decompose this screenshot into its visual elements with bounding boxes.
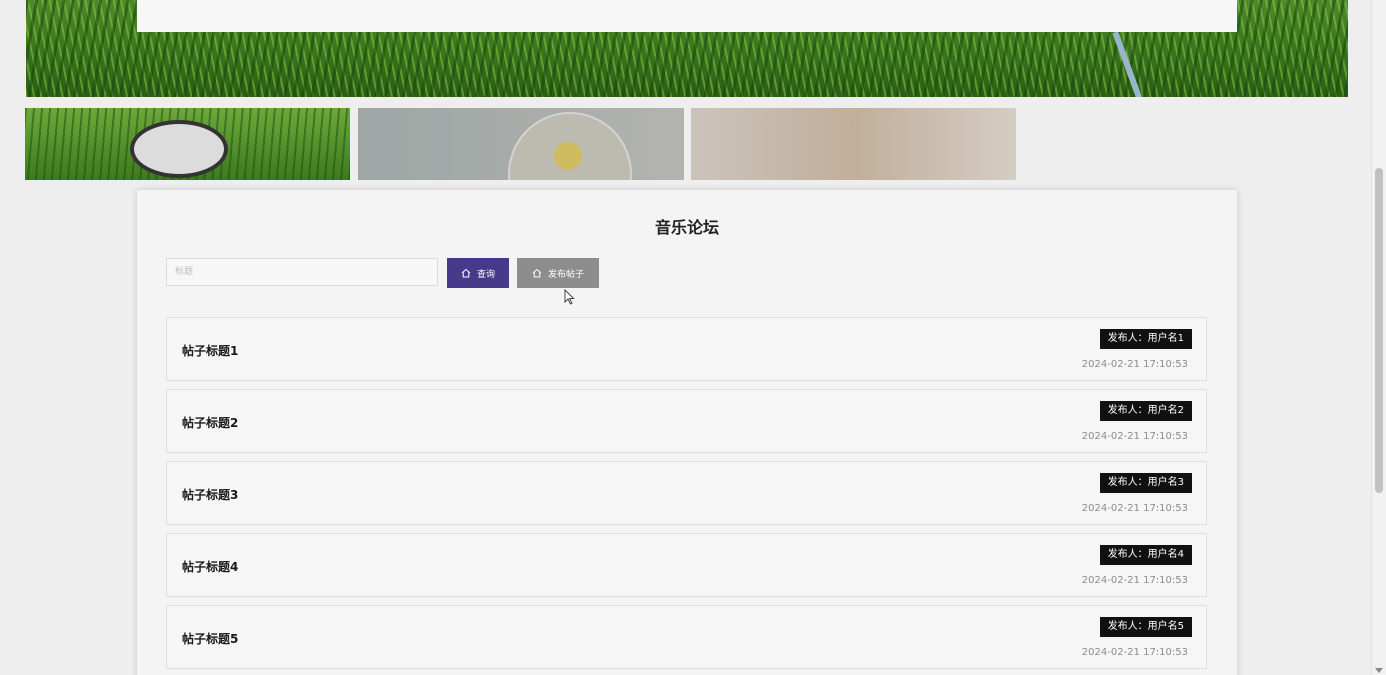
page-title: 音乐论坛 (654, 218, 719, 237)
post-author-badge: 发布人：用户名5 (1099, 617, 1192, 637)
carousel-thumbnail-record[interactable] (358, 108, 684, 180)
post-item[interactable]: 帖子标题3 发布人：用户名3 2024-02-21 17:10:53 (166, 461, 1207, 525)
post-item[interactable]: 帖子标题4 发布人：用户名4 2024-02-21 17:10:53 (166, 533, 1207, 597)
home-icon (532, 268, 542, 278)
post-item[interactable]: 帖子标题5 发布人：用户名5 2024-02-21 17:10:53 (166, 605, 1207, 669)
post-author-badge: 发布人：用户名1 (1099, 329, 1192, 349)
banner-overlay-card (137, 0, 1237, 32)
search-input[interactable] (166, 258, 438, 286)
post-item[interactable]: 帖子标题2 发布人：用户名2 2024-02-21 17:10:53 (166, 389, 1207, 453)
banner-cable-decoration (1112, 31, 1146, 97)
post-author-badge: 发布人：用户名4 (1099, 545, 1192, 565)
post-timestamp: 2024-02-21 17:10:53 (1081, 503, 1188, 514)
page-scrollbar[interactable] (1371, 0, 1386, 675)
post-author-badge: 发布人：用户名2 (1099, 401, 1192, 421)
post-title[interactable]: 帖子标题4 (182, 558, 238, 575)
page: 音乐论坛 查询 发布帖子 帖子标题1 发布人：用户名1 2024-02-21 1… (0, 0, 1386, 675)
post-title[interactable]: 帖子标题5 (182, 630, 238, 647)
scroll-down-arrow-icon[interactable] (1375, 668, 1383, 673)
post-timestamp: 2024-02-21 17:10:53 (1081, 647, 1188, 658)
post-item[interactable]: 帖子标题1 发布人：用户名1 2024-02-21 17:10:53 (166, 317, 1207, 381)
post-timestamp: 2024-02-21 17:10:53 (1081, 359, 1188, 370)
carousel-thumbnail-headphones[interactable] (25, 108, 350, 180)
post-title[interactable]: 帖子标题2 (182, 414, 238, 431)
post-timestamp: 2024-02-21 17:10:53 (1081, 575, 1188, 586)
query-button-label: 查询 (476, 268, 495, 279)
create-post-button-label: 发布帖子 (547, 268, 584, 279)
post-title[interactable]: 帖子标题1 (182, 342, 238, 359)
create-post-button[interactable]: 发布帖子 (517, 258, 599, 288)
home-icon (461, 268, 471, 278)
carousel-thumbnail-guitar[interactable] (691, 108, 1016, 180)
post-author-badge: 发布人：用户名3 (1099, 473, 1192, 493)
mouse-cursor-icon (564, 289, 575, 305)
headphones-image (130, 120, 228, 178)
post-timestamp: 2024-02-21 17:10:53 (1081, 431, 1188, 442)
query-button[interactable]: 查询 (447, 258, 509, 288)
forum-panel: 音乐论坛 查询 发布帖子 帖子标题1 发布人：用户名1 2024-02-21 1… (137, 190, 1237, 675)
record-label (554, 142, 582, 170)
post-title[interactable]: 帖子标题3 (182, 486, 238, 503)
scrollbar-thumb[interactable] (1375, 168, 1383, 493)
